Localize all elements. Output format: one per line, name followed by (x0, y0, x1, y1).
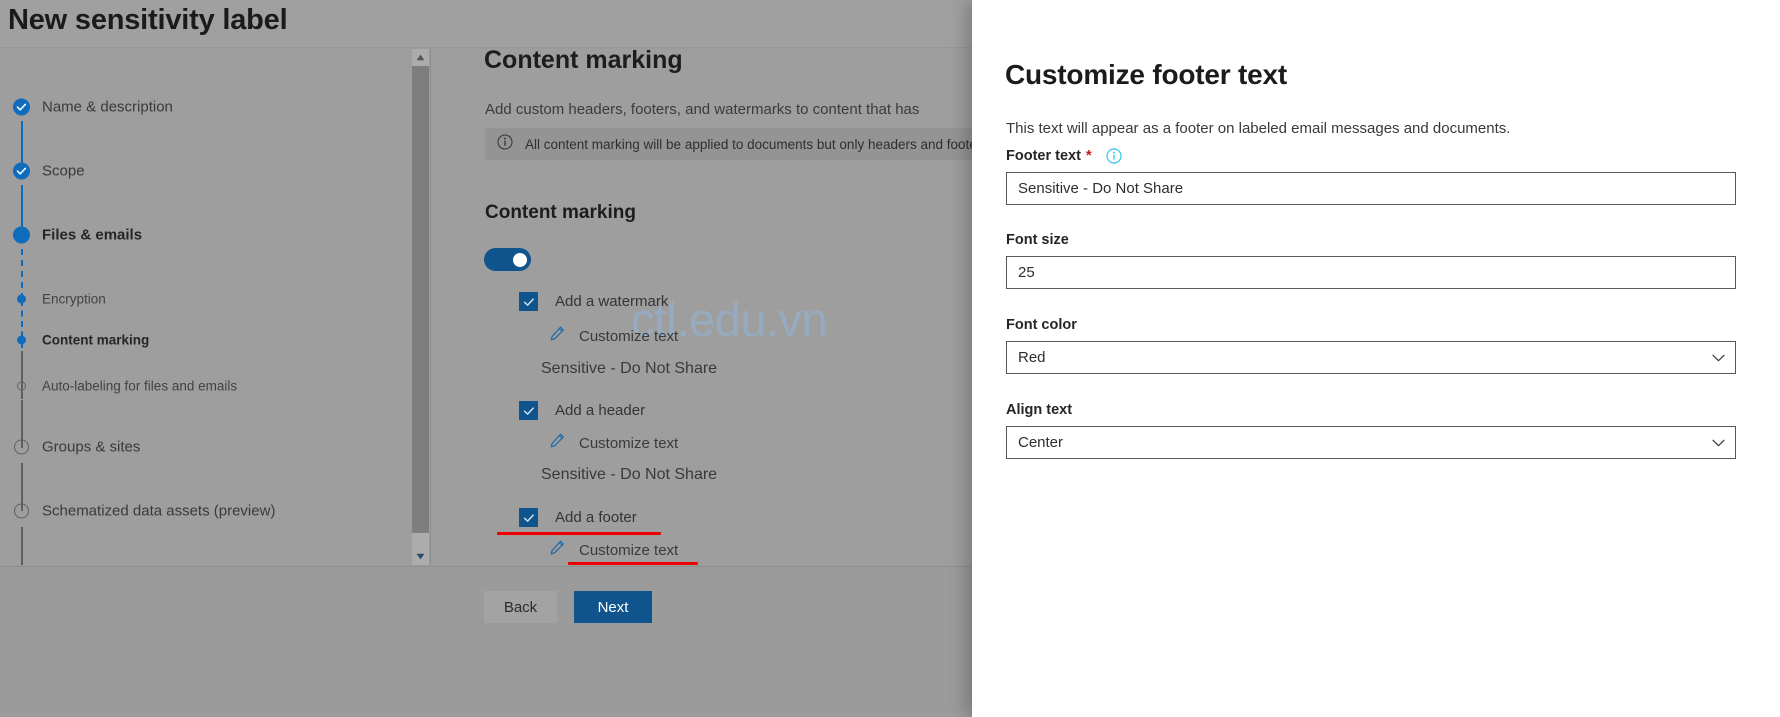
field-label-text: Font size (1006, 232, 1069, 248)
checkbox-checked-icon (519, 401, 538, 420)
checkbox-add-header[interactable]: Add a header (519, 401, 645, 420)
font-size-input[interactable] (1006, 256, 1736, 289)
pencil-icon (549, 432, 566, 454)
sidebar-item-schematized-data-assets[interactable]: Schematized data assets (preview) (0, 496, 412, 526)
checkbox-label: Add a watermark (555, 293, 669, 310)
checkbox-add-footer[interactable]: Add a footer (519, 508, 637, 527)
field-label-font-color: Font color (1006, 317, 1736, 333)
header-preview-text: Sensitive - Do Not Share (541, 466, 718, 483)
watermark-preview-text: Sensitive - Do Not Share (541, 360, 718, 377)
field-label-text: Font color (1006, 317, 1077, 333)
pane-description: Add custom headers, footers, and waterma… (485, 101, 920, 118)
step-complete-icon (13, 98, 30, 116)
customize-footer-text-link[interactable]: Customize text (549, 539, 678, 561)
step-sub-icon (13, 335, 26, 345)
annotation-underline-add-footer (497, 532, 661, 535)
field-label-text: Align text (1006, 402, 1073, 418)
sidebar-item-files-emails[interactable]: Files & emails (0, 220, 412, 250)
font-color-select[interactable] (1006, 341, 1736, 374)
customize-footer-text-panel: Customize footer text This text will app… (972, 0, 1780, 717)
field-footer-text: Footer text * (1006, 147, 1736, 205)
checkbox-checked-icon (519, 292, 538, 311)
checkbox-label: Add a footer (555, 509, 637, 526)
customize-watermark-text-link[interactable]: Customize text (549, 325, 678, 347)
pane-heading: Content marking (484, 49, 683, 74)
sidebar-item-label: Files & emails (42, 226, 143, 244)
toggle-knob (513, 252, 527, 267)
sidebar-item-label: Groups & sites (42, 438, 141, 456)
sidebar-item-label: Scope (42, 162, 85, 180)
scrollbar-thumb[interactable] (412, 66, 429, 533)
sidebar-item-content-marking[interactable]: Content marking (0, 325, 412, 355)
scroll-up-arrow-icon[interactable] (412, 49, 429, 66)
align-text-select[interactable] (1006, 426, 1736, 459)
sidebar-item-name-description[interactable]: Name & description (0, 92, 412, 122)
field-label-footer-text: Footer text * (1006, 147, 1736, 164)
align-text-select-wrap (1006, 426, 1736, 459)
field-label-text: Footer text (1006, 147, 1081, 164)
content-marking-toggle[interactable] (484, 248, 531, 271)
checkbox-label: Add a header (555, 402, 646, 419)
footer-text-input[interactable] (1006, 172, 1736, 205)
customize-link-label: Customize text (579, 327, 679, 345)
field-label-font-size: Font size (1006, 232, 1736, 248)
wizard-step-nav: Name & description Scope Files & emails … (0, 49, 412, 565)
field-font-size: Font size (1006, 232, 1736, 289)
sidebar-scrollbar[interactable] (412, 49, 429, 565)
sidebar-item-groups-sites[interactable]: Groups & sites (0, 432, 412, 462)
field-align-text: Align text (1006, 402, 1736, 459)
section-heading: Content marking (485, 202, 636, 223)
info-banner-text: All content marking will be applied to d… (525, 136, 1002, 152)
customize-link-label: Customize text (579, 541, 679, 559)
pencil-icon (549, 325, 566, 347)
scroll-down-arrow-icon[interactable] (412, 548, 429, 565)
sidebar-item-scope[interactable]: Scope (0, 156, 412, 186)
page-title: New sensitivity label (8, 4, 288, 36)
info-icon (497, 133, 513, 155)
step-current-icon (13, 226, 30, 244)
step-sub-icon (13, 381, 26, 391)
pencil-icon (549, 539, 566, 561)
sidebar-item-finish[interactable]: Finish (0, 560, 412, 565)
sidebar-item-label: Name & description (42, 98, 173, 116)
flyout-description: This text will appear as a footer on lab… (1006, 120, 1511, 137)
back-button[interactable]: Back (484, 591, 557, 623)
sidebar-item-encryption[interactable]: Encryption (0, 284, 412, 314)
step-complete-icon (13, 162, 30, 180)
checkbox-checked-icon (519, 508, 538, 527)
sidebar-item-auto-labeling[interactable]: Auto-labeling for files and emails (0, 371, 412, 401)
step-sub-icon (13, 294, 26, 304)
customize-link-label: Customize text (579, 434, 679, 452)
sidebar-item-label: Content marking (42, 332, 150, 348)
step-todo-icon (13, 503, 29, 519)
customize-header-text-link[interactable]: Customize text (549, 432, 678, 454)
annotation-underline-customize-text (568, 562, 698, 565)
field-font-color: Font color (1006, 317, 1736, 374)
font-color-select-wrap (1006, 341, 1736, 374)
info-icon[interactable] (1106, 147, 1122, 164)
next-button[interactable]: Next (574, 591, 652, 623)
checkbox-add-watermark[interactable]: Add a watermark (519, 292, 668, 311)
sidebar-item-label: Schematized data assets (preview) (42, 502, 276, 520)
sidebar-item-label: Encryption (42, 291, 106, 307)
step-todo-icon (13, 439, 29, 455)
flyout-title: Customize footer text (1005, 59, 1288, 90)
required-asterisk: * (1085, 147, 1092, 164)
field-label-align-text: Align text (1006, 402, 1736, 418)
sidebar-item-label: Auto-labeling for files and emails (42, 378, 238, 394)
